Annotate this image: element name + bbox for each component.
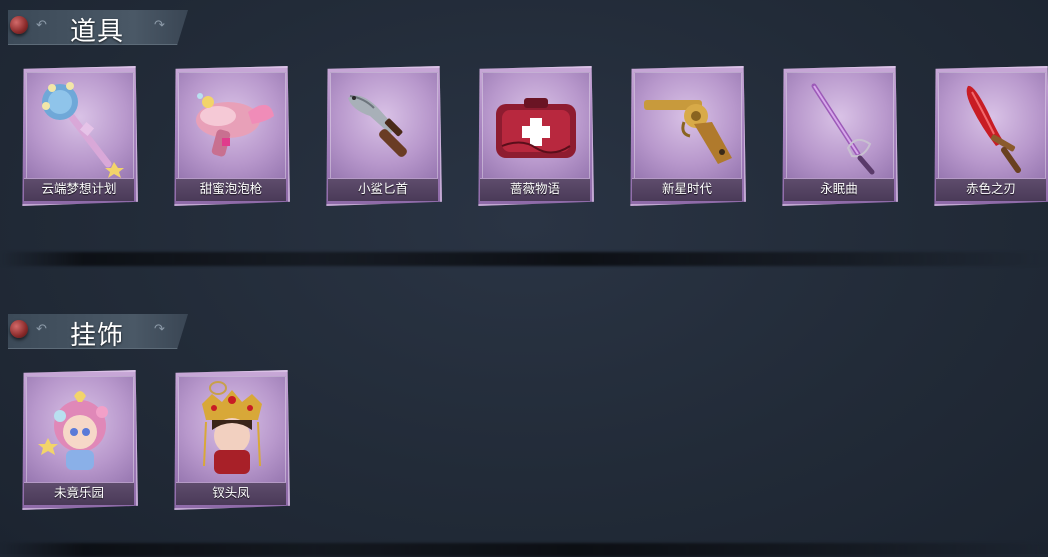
revolver-icon bbox=[644, 100, 732, 164]
pin-icon bbox=[10, 320, 28, 338]
swirl-ornament-icon: ↷ bbox=[154, 322, 165, 337]
item-label: 蔷薇物语 bbox=[509, 181, 560, 196]
item-card-revolver[interactable]: 新星时代 bbox=[628, 66, 746, 206]
item-label: 未竟乐园 bbox=[53, 485, 104, 500]
item-card-bubble-gun[interactable]: 甜蜜泡泡枪 bbox=[172, 66, 290, 206]
item-card-rapier[interactable]: 永眠曲 bbox=[780, 66, 898, 206]
divider-brushstroke bbox=[0, 543, 1048, 557]
section-header-props: ↶ ↷ 道具 bbox=[8, 10, 188, 47]
item-card-phoenix-crown-charm[interactable]: 钗头凤 bbox=[172, 370, 290, 510]
swirl-ornament-icon: ↶ bbox=[36, 322, 47, 337]
swirl-ornament-icon: ↷ bbox=[154, 18, 165, 33]
item-card-doll-charm[interactable]: 未竟乐园 bbox=[20, 370, 138, 510]
item-label: 新星时代 bbox=[661, 181, 712, 196]
section-title: 道具 bbox=[70, 17, 125, 47]
phoenix-crown-charm-icon bbox=[202, 381, 262, 474]
scepter-icon bbox=[42, 82, 124, 178]
item-card-shark-dagger[interactable]: 小鲨匕首 bbox=[324, 66, 442, 206]
divider-brushstroke bbox=[0, 252, 1048, 266]
section-title: 挂饰 bbox=[70, 321, 125, 351]
item-label: 甜蜜泡泡枪 bbox=[199, 181, 263, 196]
item-label: 云端梦想计划 bbox=[41, 181, 117, 196]
item-label: 赤色之刃 bbox=[965, 181, 1016, 196]
game-inventory-screen: { "sections": [ { "title": "道具", "items"… bbox=[0, 0, 1048, 557]
doll-charm-icon bbox=[38, 391, 108, 470]
item-card-scepter[interactable]: 云端梦想计划 bbox=[20, 66, 138, 206]
pin-icon bbox=[10, 16, 28, 34]
item-card-medkit[interactable]: 蔷薇物语 bbox=[476, 66, 594, 206]
item-label: 钗头凤 bbox=[212, 485, 250, 500]
item-label: 永眠曲 bbox=[820, 181, 858, 196]
swirl-ornament-icon: ↶ bbox=[36, 18, 47, 33]
item-card-red-blade[interactable]: 赤色之刃 bbox=[932, 66, 1048, 206]
rapier-icon bbox=[811, 83, 875, 175]
item-label: 小鲨匕首 bbox=[357, 181, 408, 196]
bubble-gun-icon bbox=[196, 93, 274, 157]
section-header-charms: ↶ ↷ 挂饰 bbox=[8, 314, 188, 351]
medkit-icon bbox=[496, 98, 576, 158]
red-blade-icon bbox=[966, 85, 1021, 173]
shark-dagger-icon bbox=[348, 95, 407, 157]
